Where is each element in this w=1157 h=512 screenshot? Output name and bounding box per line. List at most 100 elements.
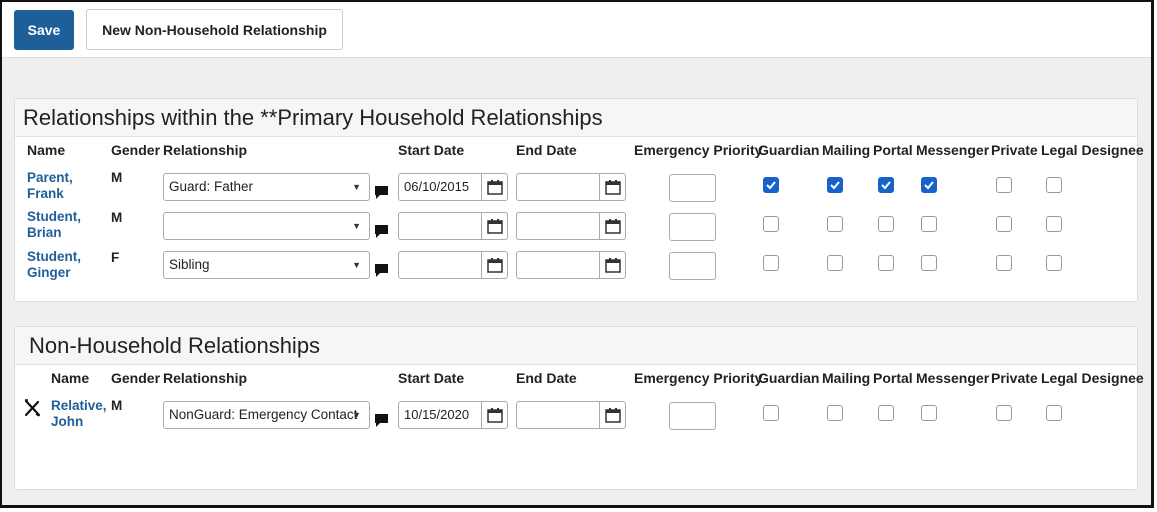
private-checkbox[interactable] [996,405,1012,421]
header-portal: Portal [873,370,913,386]
guardian-checkbox[interactable] [763,177,779,193]
messenger-checkbox[interactable] [921,177,937,193]
portal-checkbox[interactable] [878,177,894,193]
calendar-icon[interactable] [481,213,507,239]
gender-value: F [111,250,120,265]
header-end-date: End Date [516,142,577,158]
private-checkbox[interactable] [996,255,1012,271]
portal-checkbox[interactable] [878,255,894,271]
emergency-priority-input[interactable] [669,174,716,202]
delete-x-icon[interactable] [23,399,41,417]
start-date-input[interactable]: 10/15/2020 [398,401,508,429]
header-private: Private [991,142,1038,158]
header-messenger: Messenger [916,370,990,386]
header-relationship: Relationship [163,142,248,158]
mailing-checkbox[interactable] [827,255,843,271]
private-checkbox[interactable] [996,177,1012,193]
header-name: Name [27,142,66,158]
comment-icon[interactable] [374,224,389,240]
person-name-link[interactable]: Parent, Frank [27,170,73,202]
messenger-checkbox[interactable] [921,216,937,232]
start-date-input[interactable] [398,251,508,279]
chevron-down-icon: ▼ [352,410,361,420]
non-household-panel-title: Non-Household Relationships [15,327,1137,365]
person-name-link[interactable]: Student, Brian [27,209,81,241]
header-portal: Portal [873,142,913,158]
toolbar: Save New Non-Household Relationship [2,2,1151,58]
header-legal-designee: Legal Designee [1041,370,1144,386]
end-date-input[interactable] [516,212,626,240]
relationship-select[interactable]: Sibling ▼ [163,251,370,279]
header-gender: Gender [111,142,161,158]
header-guardian: Guardian [758,142,820,158]
comment-icon[interactable] [374,263,389,279]
header-start-date: Start Date [398,370,465,386]
start-date-input[interactable] [398,212,508,240]
household-panel-title: Relationships within the **Primary House… [15,99,1137,137]
emergency-priority-input[interactable] [669,213,716,241]
new-non-household-relationship-button[interactable]: New Non-Household Relationship [86,9,343,50]
portal-checkbox[interactable] [878,405,894,421]
calendar-icon[interactable] [599,213,625,239]
header-private: Private [991,370,1038,386]
chevron-down-icon: ▼ [352,221,361,231]
header-start-date: Start Date [398,142,465,158]
end-date-input[interactable] [516,251,626,279]
guardian-checkbox[interactable] [763,405,779,421]
emergency-priority-input[interactable] [669,252,716,280]
save-button[interactable]: Save [14,10,74,50]
non-household-relationships-panel: Non-Household Relationships Name Gender … [14,326,1144,490]
calendar-icon[interactable] [481,174,507,200]
start-date-input[interactable]: 06/10/2015 [398,173,508,201]
portal-checkbox[interactable] [878,216,894,232]
comment-icon[interactable] [374,185,389,201]
household-row: Student, Brian M ▼ [15,207,1139,247]
header-relationship: Relationship [163,370,248,386]
header-mailing: Mailing [822,142,871,158]
guardian-checkbox[interactable] [763,255,779,271]
legal-designee-checkbox[interactable] [1046,405,1062,421]
emergency-priority-input[interactable] [669,402,716,430]
header-gender: Gender [111,370,161,386]
relationship-select[interactable]: Guard: Father ▼ [163,173,370,201]
guardian-checkbox[interactable] [763,216,779,232]
gender-value: M [111,170,123,185]
header-guardian: Guardian [758,370,820,386]
header-emergency-priority: Emergency Priority [634,370,763,386]
household-row: Student, Ginger F Sibling ▼ [15,247,1139,287]
calendar-icon[interactable] [481,252,507,278]
comment-icon[interactable] [374,413,389,429]
messenger-checkbox[interactable] [921,255,937,271]
legal-designee-checkbox[interactable] [1046,216,1062,232]
legal-designee-checkbox[interactable] [1046,177,1062,193]
non-household-row: Relative, John M NonGuard: Emergency Cont… [15,395,1139,435]
chevron-down-icon: ▼ [352,260,361,270]
messenger-checkbox[interactable] [921,405,937,421]
relationship-select[interactable]: NonGuard: Emergency Contact ▼ [163,401,370,429]
header-messenger: Messenger [916,142,990,158]
relationship-select[interactable]: ▼ [163,212,370,240]
person-name-link[interactable]: Relative, John [51,398,107,430]
end-date-input[interactable] [516,173,626,201]
calendar-icon[interactable] [599,402,625,428]
app-window: Save New Non-Household Relationship Rela… [0,0,1154,508]
header-mailing: Mailing [822,370,871,386]
header-end-date: End Date [516,370,577,386]
calendar-icon[interactable] [481,402,507,428]
calendar-icon[interactable] [599,252,625,278]
mailing-checkbox[interactable] [827,177,843,193]
mailing-checkbox[interactable] [827,405,843,421]
header-name: Name [51,370,90,386]
legal-designee-checkbox[interactable] [1046,255,1062,271]
calendar-icon[interactable] [599,174,625,200]
private-checkbox[interactable] [996,216,1012,232]
mailing-checkbox[interactable] [827,216,843,232]
header-emergency-priority: Emergency Priority [634,142,763,158]
household-relationships-panel: Relationships within the **Primary House… [14,98,1144,302]
end-date-input[interactable] [516,401,626,429]
household-row: Parent, Frank M Guard: Father ▼ 06/10/2015 [15,167,1139,207]
gender-value: M [111,398,123,413]
chevron-down-icon: ▼ [352,182,361,192]
gender-value: M [111,210,123,225]
person-name-link[interactable]: Student, Ginger [27,249,81,281]
